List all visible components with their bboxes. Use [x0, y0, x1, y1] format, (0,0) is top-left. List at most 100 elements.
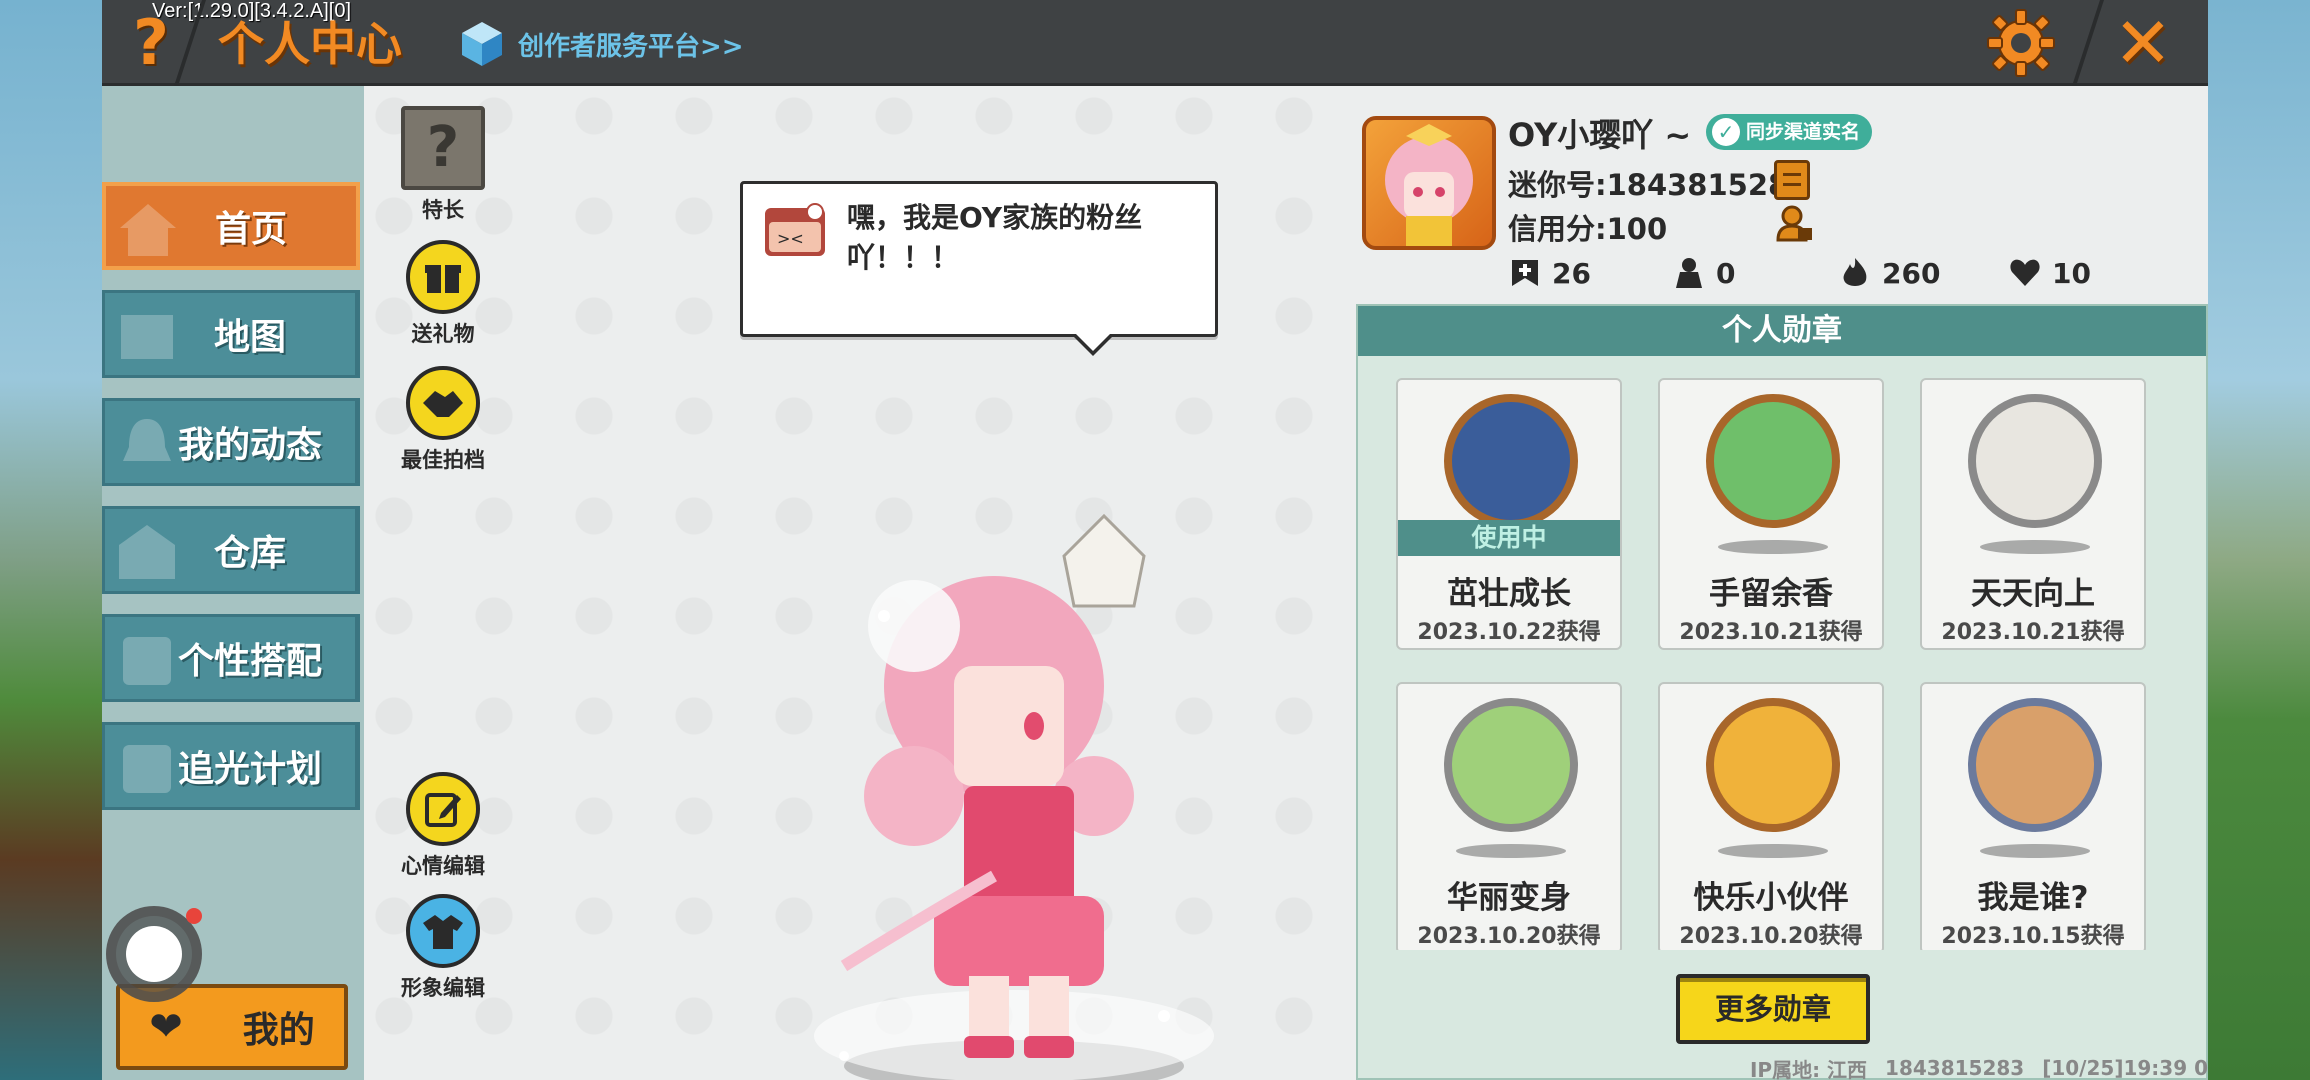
send-gift-action[interactable]: 送礼物 — [388, 240, 498, 348]
profile-avatar[interactable] — [1362, 116, 1496, 250]
page-title: 个人中心 — [218, 17, 402, 71]
notification-dot — [186, 908, 202, 924]
sync-badge-label: 同步渠道实名 — [1746, 121, 1861, 143]
medal-card[interactable]: 快乐小伙伴 2023.10.20获得 — [1658, 682, 1884, 950]
speech-bubble: >< 嘿，我是OY家族的粉丝吖！！！ — [740, 181, 1218, 356]
fire-icon — [1843, 258, 1867, 286]
specialty-question-icon: ? — [401, 106, 485, 190]
medal-card[interactable]: 手留余香 2023.10.21获得 — [1658, 378, 1884, 650]
mine-button-label: 我的 — [242, 1010, 315, 1051]
sidebar-item-outfit[interactable]: 个性搭配 — [102, 614, 360, 702]
bubble-tail-fill — [1076, 334, 1110, 351]
medal-card[interactable]: 天天向上 2023.10.21获得 — [1920, 378, 2146, 650]
mini-id: 迷你号:1843815283 — [1508, 168, 1809, 202]
warehouse-icon — [119, 525, 175, 579]
specialty-action[interactable]: ? 特长 — [388, 106, 498, 224]
specialty-label: 特长 — [422, 198, 464, 222]
background-world-left — [0, 0, 102, 1080]
medal-name: 快乐小伙伴 — [1693, 880, 1849, 916]
best-photo-label: 最佳拍档 — [401, 448, 485, 472]
profile-area: OY小璎吖 ~ ✓ 同步渠道实名 迷你号:1843815283 信用分:100 … — [1356, 86, 2208, 1080]
creator-platform-link[interactable]: 创作者服务平台>> — [458, 18, 744, 70]
handshake-icon — [406, 366, 480, 440]
stat-likes[interactable]: 10 — [2008, 256, 2091, 290]
copy-id-icon[interactable] — [1774, 160, 1810, 200]
medal-header: 个人勋章 — [1358, 306, 2206, 356]
medal-date: 2023.10.22获得 — [1417, 620, 1601, 645]
medal-name: 华丽变身 — [1447, 880, 1571, 916]
send-gift-label: 送礼物 — [411, 322, 475, 346]
stat-followers[interactable]: 0 — [1672, 256, 1735, 290]
stat-friends[interactable]: 26 — [1508, 256, 1591, 290]
sidebar-item-label: 我的动态 — [177, 425, 322, 466]
sidebar-item-light-plan[interactable]: 追光计划 — [102, 722, 360, 810]
likes-heart-icon — [2010, 259, 2040, 286]
medal-shadow — [1718, 844, 1828, 858]
home-icon — [120, 204, 176, 256]
cube-icon — [462, 22, 502, 66]
medal-shadow — [1456, 844, 1566, 858]
medal-badge-icon — [1968, 698, 2102, 832]
heart-icon: ❤ — [149, 1004, 183, 1050]
profile-avatar-image — [1385, 124, 1473, 246]
sidebar-item-warehouse[interactable]: 仓库 — [102, 506, 360, 594]
stat-value: 260 — [1882, 256, 1941, 290]
creator-platform-label: 创作者服务平台>> — [518, 31, 744, 62]
floating-assistant-ball[interactable] — [106, 906, 202, 1002]
medal-card[interactable]: 我是谁? 2023.10.15获得 — [1920, 682, 2146, 950]
footer-time: [10/25]19:39 0 — [2042, 1056, 2208, 1080]
nickname: OY小璎吖 ~ — [1508, 116, 1692, 154]
medal-panel: 个人勋章 使用中 茁壮成长 2023.10.22获得 手留余香 2023.10.… — [1356, 304, 2208, 1080]
sidebar-item-label: 首页 — [214, 209, 287, 250]
avatar-showcase: ? 特长 送礼物 最佳拍档 心情编辑 形象编辑 >< 嘿，我是OY家族的粉丝吖！… — [364, 86, 1356, 1080]
stat-popularity[interactable]: 260 — [1838, 256, 1940, 290]
credit-score: 信用分:100 — [1508, 212, 1668, 246]
medal-date: 2023.10.21获得 — [1679, 620, 1863, 645]
best-photo-action[interactable]: 最佳拍档 — [388, 366, 498, 474]
medal-name: 茁壮成长 — [1447, 576, 1571, 612]
sidebar-item-home[interactable]: 首页 — [102, 182, 360, 270]
emoji-face-icon: >< — [765, 203, 825, 256]
medal-shadow — [1980, 844, 2090, 858]
close-button[interactable]: ✕ — [2106, 6, 2180, 80]
medal-name: 我是谁? — [1977, 880, 2089, 916]
follower-icon — [1676, 258, 1702, 288]
sidebar-item-label: 仓库 — [213, 533, 286, 574]
ip-location: IP属地: 江西 — [1749, 1057, 1868, 1080]
settings-gear-icon[interactable] — [1984, 6, 2058, 80]
profile-stats: 26 0 260 10 — [1508, 256, 2208, 296]
medal-shadow — [1718, 540, 1828, 554]
in-use-tag: 使用中 — [1398, 520, 1620, 556]
stat-value: 10 — [2052, 256, 2091, 290]
medal-badge-icon — [1968, 394, 2102, 528]
floating-ball-center — [126, 926, 182, 982]
footer-info: IP属地: 江西 1843815283 [10/25]19:39 0 — [1732, 1056, 2208, 1080]
footer-uid: 1843815283 — [1885, 1056, 2025, 1080]
medal-name: 手留余香 — [1709, 576, 1833, 612]
stat-value: 0 — [1716, 256, 1736, 290]
player-avatar-character — [814, 513, 1214, 1080]
sidebar-item-map[interactable]: 地图 — [102, 290, 360, 378]
sidebar-item-label: 个性搭配 — [177, 641, 322, 682]
medal-name: 天天向上 — [1971, 576, 2095, 612]
medal-card[interactable]: 华丽变身 2023.10.20获得 — [1396, 682, 1622, 950]
image-edit-action[interactable]: 形象编辑 — [388, 894, 498, 1002]
medal-card[interactable]: 使用中 茁壮成长 2023.10.22获得 — [1396, 378, 1622, 650]
stat-value: 26 — [1552, 256, 1591, 290]
sidebar-item-activity[interactable]: 我的动态 — [102, 398, 360, 486]
mood-edit-action[interactable]: 心情编辑 — [388, 772, 498, 880]
add-friend-icon — [1512, 260, 1538, 286]
svg-text:><: >< — [777, 229, 804, 248]
credit-user-icon[interactable] — [1774, 204, 1814, 244]
shirt-icon — [406, 894, 480, 968]
more-medals-button[interactable]: 更多勋章 — [1676, 974, 1870, 1044]
medal-date: 2023.10.21获得 — [1941, 620, 2125, 645]
medal-date: 2023.10.20获得 — [1417, 924, 1601, 949]
background-world-right — [2208, 0, 2310, 1080]
medal-badge-icon — [1444, 394, 1578, 528]
mood-edit-label: 心情编辑 — [401, 854, 485, 878]
medal-shadow — [1980, 540, 2090, 554]
medal-date: 2023.10.15获得 — [1941, 924, 2125, 949]
sync-real-name-badge[interactable]: ✓ 同步渠道实名 — [1706, 114, 1873, 150]
personal-center-panel: ? Ver:[1.29.0][3.4.2.A][0] 个人中心 创作者服务平台>… — [102, 0, 2208, 1080]
